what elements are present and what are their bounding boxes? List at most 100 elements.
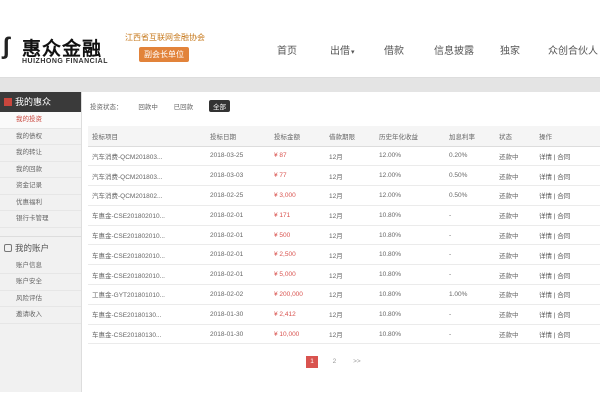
column-header: 加息利率 (445, 126, 495, 147)
date-cell: 2018-02-01 (206, 244, 270, 266)
term-cell: 12月 (325, 304, 375, 325)
rate-cell: 10.80% (375, 264, 445, 286)
project-cell: 车惠金-CSE20180130... (88, 324, 206, 345)
rate-cell: 12.00% (375, 165, 445, 187)
bonus-rate-cell: - (445, 225, 495, 246)
term-cell: 12月 (325, 284, 375, 305)
status-cell: 还款中 (495, 244, 535, 266)
sidebar-item-account-info[interactable]: 账户信息 (0, 258, 81, 274)
promo-button[interactable]: 副会长单位 (139, 47, 189, 62)
table-row: 汽车消费-QCM201803... 2018-03-25 ¥ 87 12月 12.00%… (88, 146, 600, 167)
project-cell: 车惠金-CSE201802010... (88, 244, 206, 266)
status-cell: 还款中 (495, 284, 535, 305)
status-cell: 还款中 (495, 185, 535, 206)
filter-option-repaying[interactable]: 回款中 (138, 101, 158, 111)
status-cell: 还款中 (495, 225, 535, 246)
project-cell: 汽车消费-QCM201802... (88, 185, 206, 206)
date-cell: 2018-02-01 (206, 264, 270, 286)
status-cell: 还款中 (495, 324, 535, 345)
term-cell: 12月 (325, 244, 375, 266)
column-header: 历史年化收益 (375, 126, 445, 147)
table-row: 工惠金-GYT201801010... 2018-02-02 ¥ 200,000 12… (88, 284, 600, 305)
date-cell: 2018-02-01 (206, 225, 270, 246)
column-header: 操作 (535, 126, 600, 147)
actions-cell[interactable]: 详情 | 合同 (535, 225, 600, 246)
status-cell: 还款中 (495, 304, 535, 325)
project-cell: 汽车消费-QCM201803... (88, 146, 206, 167)
amount-cell: ¥ 77 (270, 165, 325, 187)
bonus-rate-cell: - (445, 304, 495, 325)
term-cell: 12月 (325, 146, 375, 167)
header-divider (0, 78, 600, 92)
actions-cell[interactable]: 详情 | 合同 (535, 244, 600, 266)
sidebar-account-header[interactable]: 我的账户 (0, 235, 81, 258)
term-cell: 12月 (325, 225, 375, 246)
table-row: 汽车消费-QCM201802... 2018-02-25 ¥ 3,000 12月 12.… (88, 185, 600, 206)
sidebar: 我的惠众 我的投资 我的债权 我的转让 我的回款 资金记录 优惠福利 银行卡管理… (0, 92, 82, 392)
rate-cell: 12.00% (375, 185, 445, 206)
actions-cell[interactable]: 详情 | 合同 (535, 284, 600, 305)
rate-cell: 10.80% (375, 284, 445, 305)
sidebar-item-my-investments[interactable]: 我的投资 (0, 112, 81, 129)
page-button-last[interactable]: >> (351, 356, 363, 368)
sidebar-item-risk-assessment[interactable]: 风险评估 (0, 291, 81, 307)
table-row: 车惠金-CSE201802010... 2018-02-01 ¥ 2,500 12月 1… (88, 244, 600, 266)
term-cell: 12月 (325, 185, 375, 206)
amount-cell: ¥ 500 (270, 225, 325, 246)
sidebar-item-invite-income[interactable]: 邀请收入 (0, 307, 81, 324)
pagination: 1 2 >> (306, 350, 369, 368)
page-button-next[interactable]: 2 (328, 356, 340, 368)
nav-item-partner[interactable]: 众创合伙人 (548, 42, 598, 57)
table-row: 汽车消费-QCM201803... 2018-03-03 ¥ 77 12月 12.00%… (88, 165, 600, 187)
table-header-row: 投标项目 投标日期 投标金额 借款期限 历史年化收益 加息利率 状态 操作 (88, 126, 600, 147)
rate-cell: 10.80% (375, 244, 445, 266)
date-cell: 2018-02-01 (206, 205, 270, 226)
nav-item-exclusive[interactable]: 独家 (500, 42, 520, 57)
actions-cell[interactable]: 详情 | 合同 (535, 146, 600, 167)
sidebar-item-my-claims[interactable]: 我的债权 (0, 129, 81, 145)
nav-item-borrow[interactable]: 借款 (384, 42, 404, 57)
investments-table: 投标项目 投标日期 投标金额 借款期限 历史年化收益 加息利率 状态 操作 汽车消费-QCM2… (88, 126, 600, 345)
sidebar-header[interactable]: 我的惠众 (0, 92, 81, 112)
date-cell: 2018-02-02 (206, 284, 270, 305)
filter-option-all[interactable]: 全部 (208, 100, 230, 112)
brand-name-cn: 惠众金融 (22, 38, 103, 60)
rate-cell: 10.80% (375, 324, 445, 345)
amount-cell: ¥ 2,500 (270, 244, 325, 266)
table-row: 车惠金-CSE201802010... 2018-02-01 ¥ 5,000 12月 1… (88, 264, 600, 286)
date-cell: 2018-03-03 (206, 165, 270, 187)
actions-cell[interactable]: 详情 | 合同 (535, 264, 600, 286)
sidebar-item-benefits[interactable]: 优惠福利 (0, 195, 81, 211)
sidebar-item-my-repayments[interactable]: 我的回款 (0, 162, 81, 178)
rate-cell: 10.80% (375, 225, 445, 246)
status-cell: 还款中 (495, 165, 535, 187)
project-cell: 车惠金-CSE201802010... (88, 225, 206, 246)
main-content: 投资状态： 回款中 已回款 全部 投标项目 投标日期 投标金额 借款期限 历史年化收益加… (84, 92, 600, 392)
rate-cell: 10.80% (375, 304, 445, 325)
actions-cell[interactable]: 详情 | 合同 (535, 304, 600, 325)
sidebar-item-my-transfers[interactable]: 我的转让 (0, 145, 81, 162)
filter-label: 投资状态： (90, 104, 123, 111)
sidebar-item-account-security[interactable]: 账户安全 (0, 274, 81, 291)
chevron-down-icon: ▾ (351, 49, 355, 56)
actions-cell[interactable]: 详情 | 合同 (535, 324, 600, 345)
project-cell: 工惠金-GYT201801010... (88, 284, 206, 305)
actions-cell[interactable]: 详情 | 合同 (535, 205, 600, 226)
promo-banner[interactable]: 江西省互联网金融协会 副会长单位 (125, 32, 225, 68)
nav-item-invest[interactable]: 出借▾ (330, 42, 355, 57)
bonus-rate-cell: - (445, 205, 495, 226)
sidebar-item-fund-records[interactable]: 资金记录 (0, 178, 81, 195)
column-header: 状态 (495, 126, 535, 147)
table-row: 车惠金-CSE20180130... 2018-01-30 ¥ 10,000 12月 1… (88, 324, 600, 345)
page-button-current[interactable]: 1 (306, 356, 318, 368)
actions-cell[interactable]: 详情 | 合同 (535, 185, 600, 206)
column-header: 投标日期 (206, 126, 270, 147)
actions-cell[interactable]: 详情 | 合同 (535, 165, 600, 187)
sidebar-item-bank-cards[interactable]: 银行卡管理 (0, 211, 81, 228)
nav-item-home[interactable]: 首页 (277, 42, 297, 57)
nav-item-disclosure[interactable]: 信息披露 (434, 42, 474, 57)
logo-icon: ʃ (2, 33, 10, 60)
filter-option-repaid[interactable]: 已回款 (174, 101, 194, 111)
bonus-rate-cell: 1.00% (445, 284, 495, 305)
term-cell: 12月 (325, 264, 375, 286)
